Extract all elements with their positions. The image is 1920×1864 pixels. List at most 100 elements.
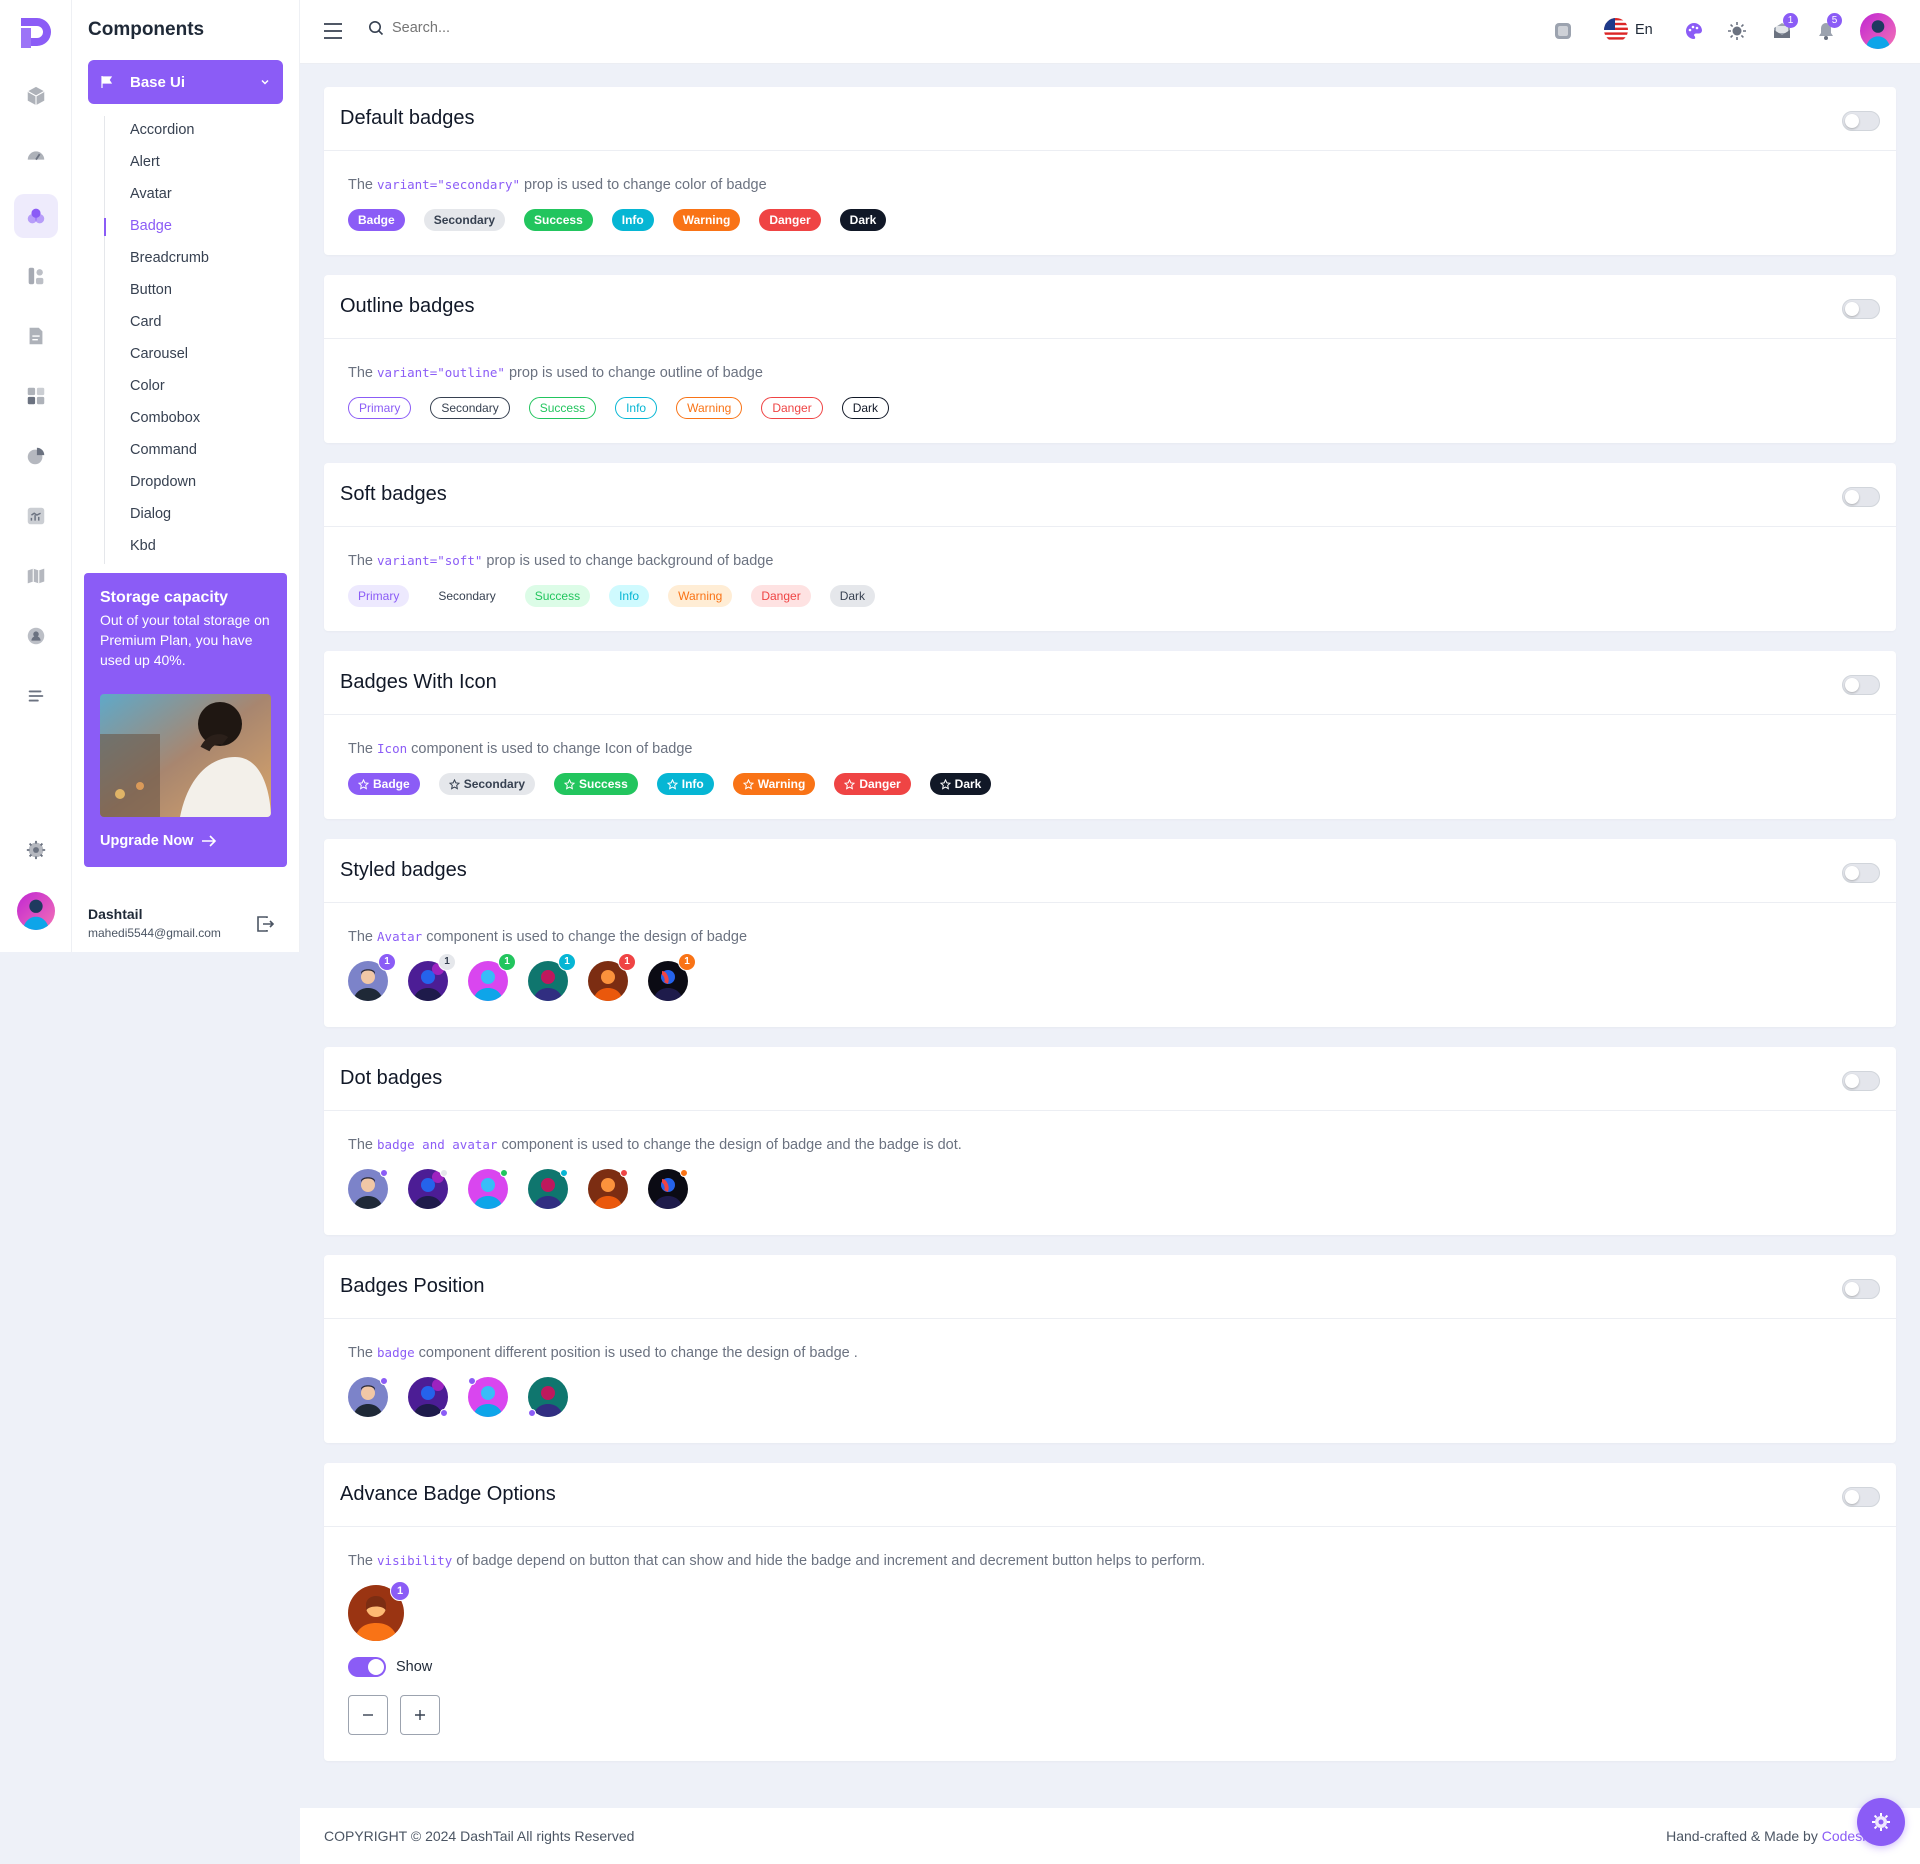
user-icon[interactable] xyxy=(14,614,58,658)
sidebar-item-button[interactable]: Button xyxy=(105,276,284,308)
card-description: The Avatar component is used to change t… xyxy=(348,929,748,945)
fullscreen-icon[interactable] xyxy=(1552,20,1574,42)
decrement-button[interactable] xyxy=(348,1695,388,1735)
components-sidebar: Components Base Ui Accordion Alert Avata… xyxy=(72,0,300,952)
avatar-with-count: 1 xyxy=(468,953,516,1001)
chevron-down-icon xyxy=(261,79,269,85)
pie-chart-icon[interactable] xyxy=(14,434,58,478)
card-description: The badge component different position i… xyxy=(348,1345,858,1361)
rail-user-avatar[interactable] xyxy=(17,892,55,930)
dashboard-gauge-icon[interactable] xyxy=(14,134,58,178)
sidebar-item-avatar[interactable]: Avatar xyxy=(105,180,284,212)
search-input[interactable] xyxy=(392,20,592,36)
apps-icon[interactable] xyxy=(14,254,58,298)
upgrade-now-link[interactable]: Upgrade Now xyxy=(100,833,217,849)
status-dot xyxy=(468,1377,476,1385)
star-icon xyxy=(448,778,460,790)
mail-count-badge: 1 xyxy=(1783,13,1798,28)
document-icon[interactable] xyxy=(14,314,58,358)
map-icon[interactable] xyxy=(14,554,58,598)
status-dot xyxy=(380,1377,388,1385)
header-user-avatar[interactable] xyxy=(1860,13,1896,49)
sidebar-item-breadcrumb[interactable]: Breadcrumb xyxy=(105,244,284,276)
badge-warning: Warning xyxy=(672,209,741,231)
bar-chart-icon[interactable] xyxy=(14,494,58,538)
card-description: The variant="secondary" prop is used to … xyxy=(348,177,767,193)
show-badge-switch[interactable]: Show xyxy=(348,1657,1872,1677)
sidebar-submenu: Accordion Alert Avatar Badge Breadcrumb … xyxy=(104,116,284,564)
widgets-icon[interactable] xyxy=(14,374,58,418)
badge-soft-primary: Primary xyxy=(348,585,410,607)
star-icon xyxy=(742,778,754,790)
status-dot xyxy=(680,1169,688,1177)
palette-icon[interactable] xyxy=(1683,20,1705,42)
flag-icon xyxy=(101,76,113,88)
sidebar-item-kbd[interactable]: Kbd xyxy=(105,532,284,564)
hamburger-menu-icon[interactable] xyxy=(323,22,343,40)
notification-count-badge: 5 xyxy=(1827,13,1842,28)
increment-button[interactable] xyxy=(400,1695,440,1735)
language-selector[interactable]: En xyxy=(1604,18,1653,42)
sidebar-item-accordion[interactable]: Accordion xyxy=(105,116,284,148)
code-toggle[interactable] xyxy=(1842,1071,1880,1091)
code-toggle[interactable] xyxy=(1842,111,1880,131)
sidebar-item-color[interactable]: Color xyxy=(105,372,284,404)
sidebar-item-combobox[interactable]: Combobox xyxy=(105,404,284,436)
avatar-with-count: 1 xyxy=(588,953,636,1001)
count-badge: 1 xyxy=(498,953,516,971)
avatar-with-count: 1 xyxy=(648,953,696,1001)
theme-sun-icon[interactable] xyxy=(1726,20,1748,42)
card-title: Badges Position xyxy=(340,1275,485,1297)
badge-soft-secondary: Secondary xyxy=(428,585,506,607)
code-toggle[interactable] xyxy=(1842,1279,1880,1299)
code-toggle[interactable] xyxy=(1842,1487,1880,1507)
cube-icon[interactable] xyxy=(14,74,58,118)
avatar-with-dot xyxy=(528,1169,568,1209)
avatar-with-count: 1 xyxy=(528,953,576,1001)
count-badge: 1 xyxy=(378,953,396,971)
sidebar-item-command[interactable]: Command xyxy=(105,436,284,468)
status-dot xyxy=(560,1169,568,1177)
sidebar-item-dropdown[interactable]: Dropdown xyxy=(105,468,284,500)
avatar-dot-bottom-right xyxy=(408,1377,448,1417)
sidebar-item-alert[interactable]: Alert xyxy=(105,148,284,180)
badge-outline-dark: Dark xyxy=(841,397,890,419)
card-description: The variant="soft" prop is used to chang… xyxy=(348,553,774,569)
sidebar-item-carousel[interactable]: Carousel xyxy=(105,340,284,372)
switch-track[interactable] xyxy=(348,1657,386,1677)
avatar-with-count: 1 xyxy=(408,953,456,1001)
dashtail-logo-icon[interactable] xyxy=(17,14,55,52)
arrow-right-icon xyxy=(202,835,217,847)
minus-icon xyxy=(363,1714,373,1716)
sidebar-item-card[interactable]: Card xyxy=(105,308,284,340)
card-title: Advance Badge Options xyxy=(340,1483,556,1505)
badge-soft-warning: Warning xyxy=(668,585,733,607)
card-description: The badge and avatar component is used t… xyxy=(348,1137,962,1153)
code-toggle[interactable] xyxy=(1842,675,1880,695)
outline-badges-card: Outline badges The variant="outline" pro… xyxy=(324,275,1896,443)
storage-title: Storage capacity xyxy=(100,589,229,606)
code-toggle[interactable] xyxy=(1842,299,1880,319)
avatar-with-counter: 1 xyxy=(348,1581,410,1641)
count-badge: 1 xyxy=(558,953,576,971)
base-ui-group-button[interactable]: Base Ui xyxy=(88,60,283,104)
badge-outline-danger: Danger xyxy=(761,397,823,419)
settings-icon[interactable] xyxy=(14,828,58,872)
card-description: The variant="outline" prop is used to ch… xyxy=(348,365,763,381)
code-toggle[interactable] xyxy=(1842,863,1880,883)
avatar-dot-top-right xyxy=(348,1377,388,1417)
search-bar[interactable] xyxy=(368,20,592,36)
status-dot xyxy=(440,1409,448,1417)
status-dot xyxy=(500,1169,508,1177)
theme-customizer-button[interactable] xyxy=(1857,1798,1905,1846)
badge-icon-info: Info xyxy=(656,773,714,795)
sidebar-item-badge[interactable]: Badge xyxy=(104,212,284,244)
badge-soft-dark: Dark xyxy=(829,585,876,607)
sidebar-item-dialog[interactable]: Dialog xyxy=(105,500,284,532)
menu-lines-icon[interactable] xyxy=(14,674,58,718)
components-icon[interactable] xyxy=(14,194,58,238)
badge-outline-secondary: Secondary xyxy=(430,397,510,419)
logout-icon[interactable] xyxy=(255,914,275,934)
code-toggle[interactable] xyxy=(1842,487,1880,507)
avatar-with-dot xyxy=(588,1169,628,1209)
